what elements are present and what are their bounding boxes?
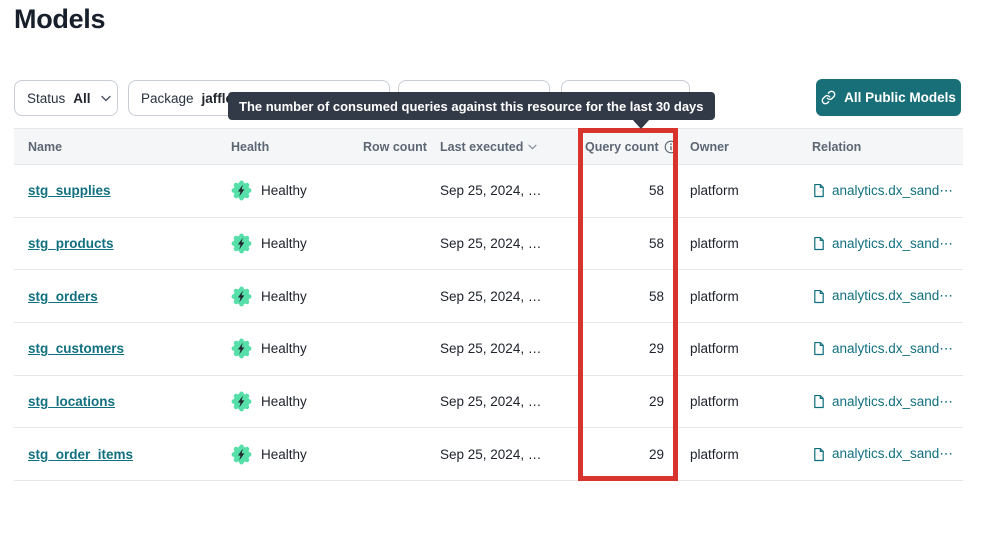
model-name-link[interactable]: stg_customers (28, 341, 124, 356)
query-count-value: 29 (649, 341, 664, 356)
models-page: Models Status All Package jaffle_ All Pu… (0, 0, 989, 536)
health-status: Healthy (231, 233, 307, 254)
header-relation: Relation (800, 140, 963, 154)
table-header-row: Name Health Row count Last executed Quer… (14, 128, 963, 165)
owner-value: platform (690, 236, 739, 251)
relation-text: analytics.dx_sand⋯ (832, 183, 953, 199)
health-label: Healthy (261, 447, 307, 462)
header-health: Health (231, 140, 363, 154)
file-icon (812, 183, 826, 198)
health-label: Healthy (261, 236, 307, 251)
query-count-tooltip: The number of consumed queries against t… (228, 92, 715, 120)
last-executed-value: Sep 25, 2024, … (440, 394, 541, 409)
file-icon (812, 289, 826, 304)
health-label: Healthy (261, 341, 307, 356)
owner-value: platform (690, 183, 739, 198)
last-executed-value: Sep 25, 2024, … (440, 183, 541, 198)
table-row: stg_customers Healthy (14, 323, 963, 376)
healthy-badge-icon (231, 180, 252, 201)
query-count-value: 58 (649, 289, 664, 304)
relation-link[interactable]: analytics.dx_sand⋯ (812, 183, 953, 199)
model-name-link[interactable]: stg_order_items (28, 447, 133, 462)
header-row-count: Row count (363, 140, 440, 154)
health-status: Healthy (231, 391, 307, 412)
relation-link[interactable]: analytics.dx_sand⋯ (812, 341, 953, 357)
relation-link[interactable]: analytics.dx_sand⋯ (812, 236, 953, 252)
relation-link[interactable]: analytics.dx_sand⋯ (812, 394, 953, 410)
health-label: Healthy (261, 289, 307, 304)
file-icon (812, 236, 826, 251)
relation-text: analytics.dx_sand⋯ (832, 394, 953, 410)
model-name-link[interactable]: stg_supplies (28, 183, 111, 198)
health-status: Healthy (231, 338, 307, 359)
last-executed-value: Sep 25, 2024, … (440, 341, 541, 356)
package-filter-label: Package (141, 91, 194, 106)
healthy-badge-icon (231, 444, 252, 465)
table-row: stg_supplies Healthy (14, 165, 963, 218)
health-status: Healthy (231, 180, 307, 201)
last-executed-value: Sep 25, 2024, … (440, 236, 541, 251)
model-name-link[interactable]: stg_products (28, 236, 114, 251)
healthy-badge-icon (231, 233, 252, 254)
relation-link[interactable]: analytics.dx_sand⋯ (812, 446, 953, 462)
sort-chevron-icon (528, 144, 537, 150)
healthy-badge-icon (231, 286, 252, 307)
owner-value: platform (690, 447, 739, 462)
page-title: Models (14, 4, 105, 35)
header-query-count: Query count (578, 140, 678, 154)
status-filter[interactable]: Status All (14, 80, 118, 116)
file-icon (812, 447, 826, 462)
owner-value: platform (690, 394, 739, 409)
query-count-value: 29 (649, 447, 664, 462)
query-count-value: 29 (649, 394, 664, 409)
health-label: Healthy (261, 183, 307, 198)
query-count-value: 58 (649, 236, 664, 251)
healthy-badge-icon (231, 391, 252, 412)
table-row: stg_order_items Healt (14, 428, 963, 481)
table-row: stg_locations Healthy (14, 376, 963, 429)
chevron-down-icon (101, 95, 111, 102)
table-row: stg_orders Healthy (14, 270, 963, 323)
model-name-link[interactable]: stg_orders (28, 289, 98, 304)
link-icon (821, 90, 836, 105)
status-filter-label: Status (27, 91, 65, 106)
header-last-executed[interactable]: Last executed (440, 140, 578, 154)
all-public-models-label: All Public Models (844, 90, 956, 105)
relation-text: analytics.dx_sand⋯ (832, 341, 953, 357)
info-icon[interactable] (664, 140, 678, 154)
owner-value: platform (690, 341, 739, 356)
health-label: Healthy (261, 394, 307, 409)
header-owner: Owner (678, 140, 800, 154)
relation-text: analytics.dx_sand⋯ (832, 236, 953, 252)
model-name-link[interactable]: stg_locations (28, 394, 115, 409)
health-status: Healthy (231, 444, 307, 465)
all-public-models-button[interactable]: All Public Models (816, 79, 961, 116)
header-name: Name (14, 140, 231, 154)
table-body: stg_supplies Healthy (14, 165, 963, 481)
healthy-badge-icon (231, 338, 252, 359)
query-count-value: 58 (649, 183, 664, 198)
relation-link[interactable]: analytics.dx_sand⋯ (812, 288, 953, 304)
health-status: Healthy (231, 286, 307, 307)
last-executed-value: Sep 25, 2024, … (440, 289, 541, 304)
relation-text: analytics.dx_sand⋯ (832, 446, 953, 462)
file-icon (812, 394, 826, 409)
table-row: stg_products Healthy (14, 218, 963, 271)
relation-text: analytics.dx_sand⋯ (832, 288, 953, 304)
file-icon (812, 341, 826, 356)
models-table: Name Health Row count Last executed Quer… (14, 128, 963, 481)
tooltip-arrow (632, 119, 650, 129)
owner-value: platform (690, 289, 739, 304)
status-filter-value: All (73, 91, 90, 106)
last-executed-value: Sep 25, 2024, … (440, 447, 541, 462)
